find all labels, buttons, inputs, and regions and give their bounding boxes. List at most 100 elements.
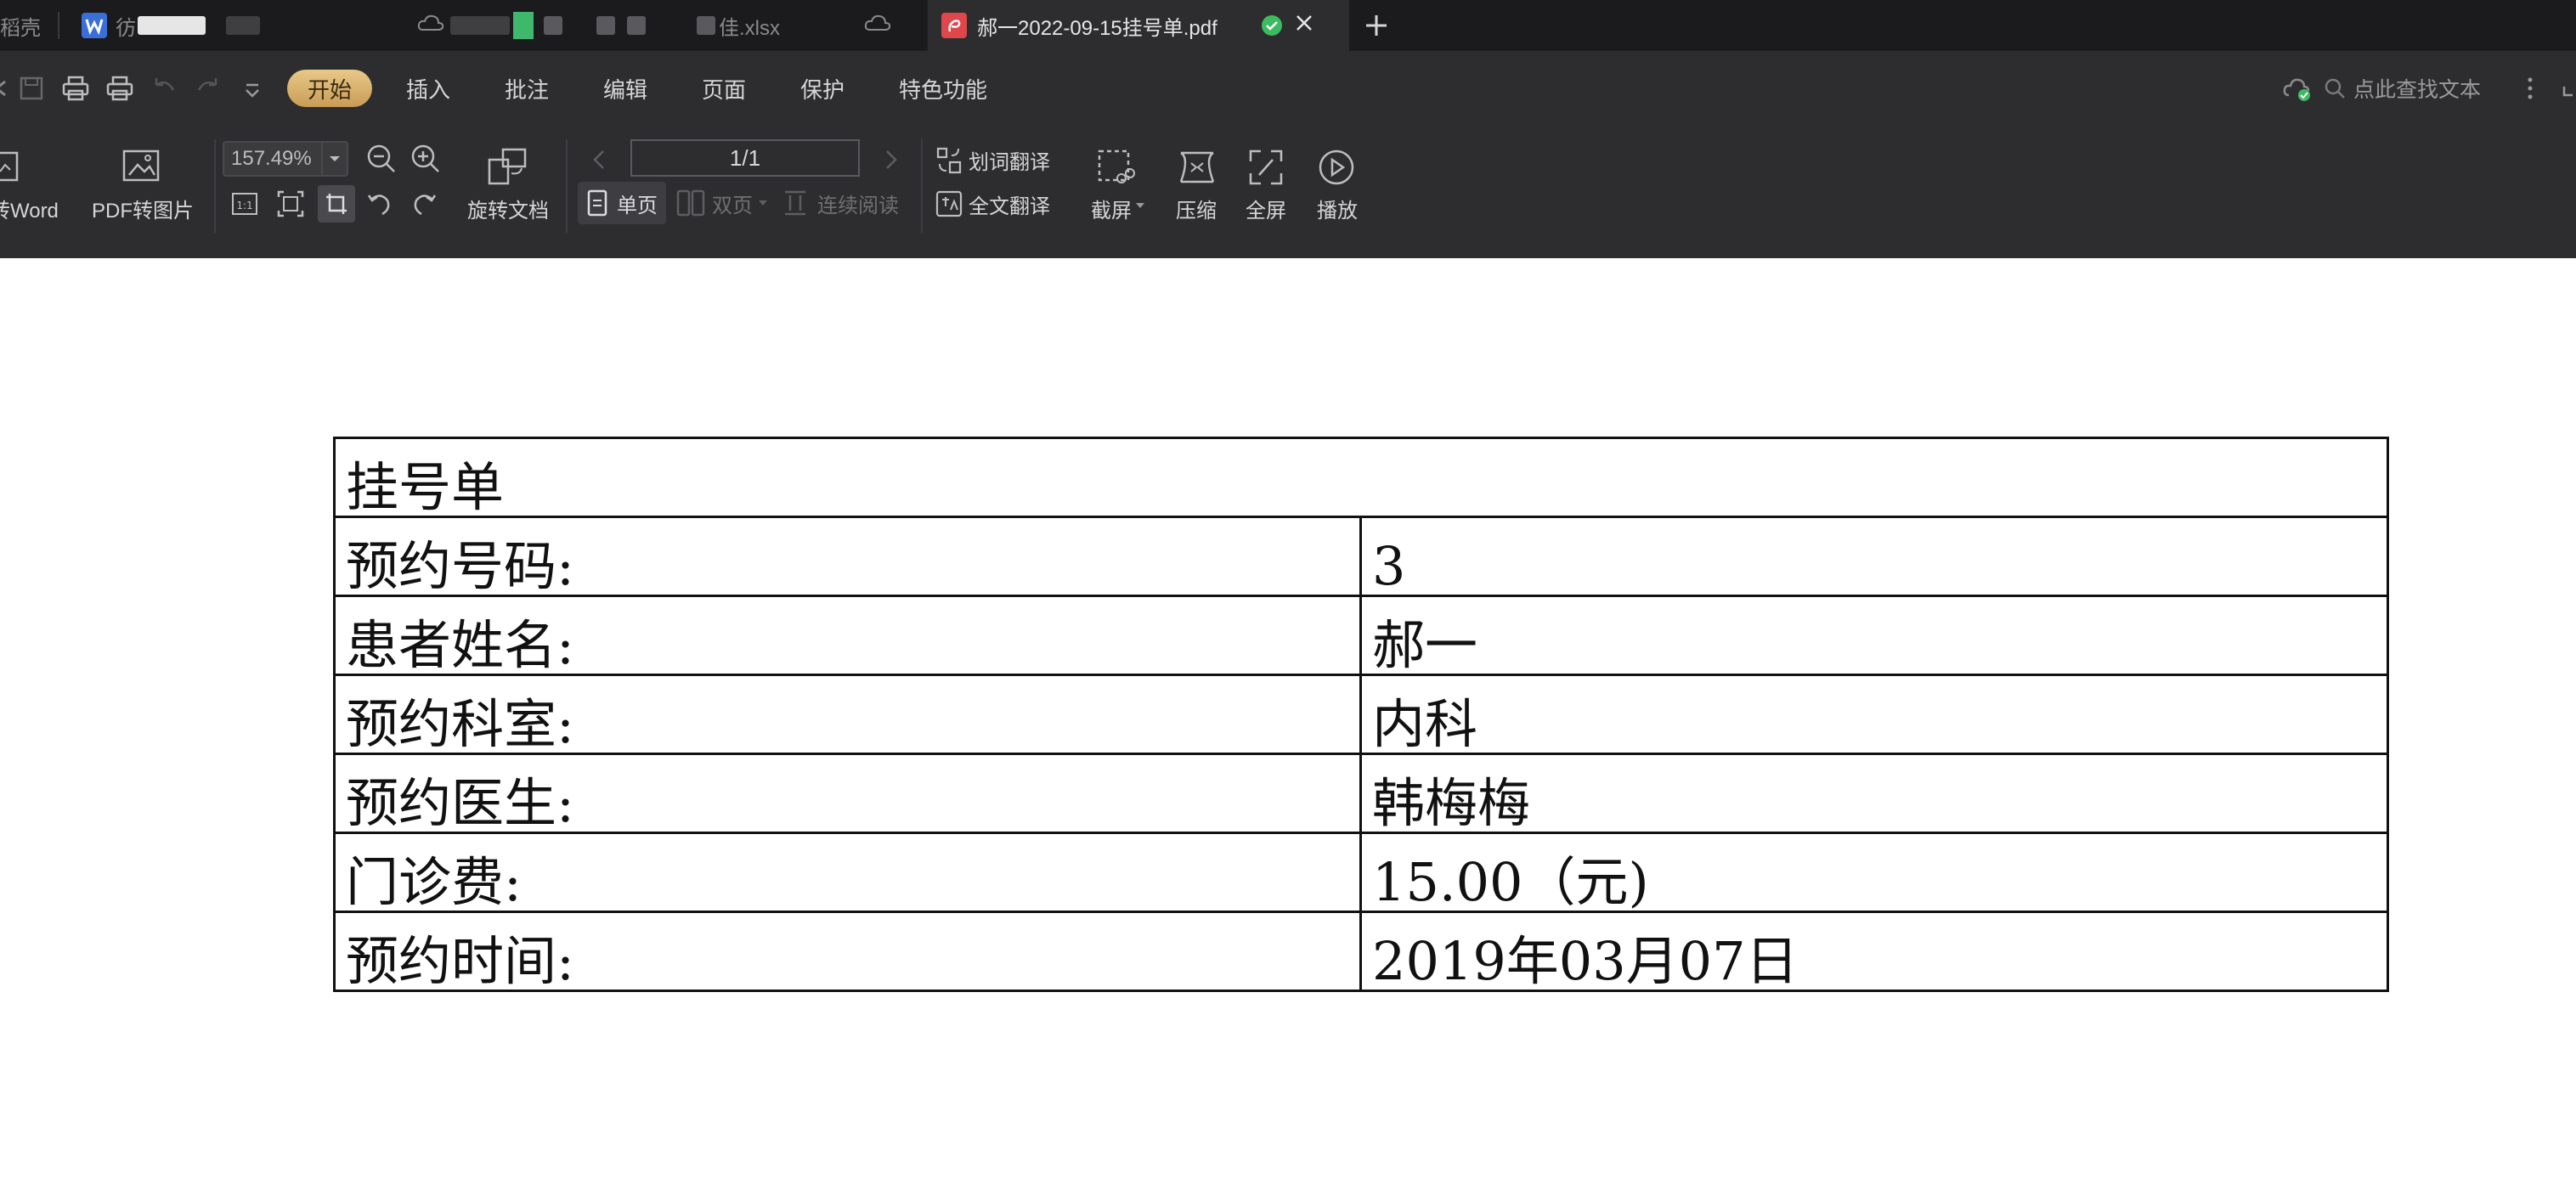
customize-dropdown-icon[interactable]: [238, 75, 267, 102]
actual-size-icon[interactable]: 1:1: [229, 189, 260, 219]
close-tab-icon[interactable]: [1294, 13, 1314, 39]
pdf-to-image-label: PDF转图片: [92, 200, 194, 223]
print-preview-icon[interactable]: [105, 75, 134, 102]
zoom-out-icon[interactable]: [365, 143, 398, 175]
menu-edit[interactable]: 编辑: [603, 70, 647, 107]
row-value: 15.00（元): [1359, 832, 2389, 913]
menu-protect-label: 保护: [800, 76, 845, 103]
fullscreen-label: 全屏: [1246, 200, 1286, 223]
full-translate-button[interactable]: 全文翻译: [935, 185, 1062, 223]
tab-label: 彷: [116, 16, 136, 40]
continuous-reading-button[interactable]: 连续阅读: [782, 182, 909, 224]
next-page-icon[interactable]: [878, 146, 902, 173]
rotate-left-icon[interactable]: [365, 190, 394, 219]
tab-pdf-active[interactable]: 郝一2022-09-15挂号单.pdf: [928, 0, 1349, 51]
document-title: 挂号单: [333, 437, 2389, 518]
tab-daoke[interactable]: 稻壳: [0, 0, 51, 51]
rotate-doc-icon: [488, 148, 527, 185]
fit-width-icon: [326, 194, 347, 214]
print-icon[interactable]: [61, 75, 90, 102]
save-icon[interactable]: [17, 75, 46, 102]
find-text-label: 点此查找文本: [2353, 78, 2482, 102]
double-page-dropdown-icon: [759, 200, 767, 206]
table-title-row: 挂号单: [333, 437, 2389, 518]
play-button[interactable]: 播放: [1312, 141, 1363, 234]
screenshot-label: 截屏: [1091, 200, 1132, 223]
cloud-sync-icon[interactable]: [2282, 75, 2313, 102]
pdf-to-image-button[interactable]: PDF转图片: [88, 141, 199, 234]
pdf-icon: [941, 13, 967, 38]
double-page-button[interactable]: 双页: [673, 182, 775, 224]
redacted-text: [138, 16, 206, 35]
row-value: 郝一: [1359, 595, 2389, 676]
redacted-text: [450, 16, 510, 35]
zoom-in-icon[interactable]: [410, 143, 442, 175]
fit-width-button[interactable]: [318, 185, 355, 223]
zoom-select[interactable]: 157.49%: [223, 141, 348, 177]
word-translate-button[interactable]: 划词翻译: [935, 141, 1062, 178]
play-icon: [1319, 149, 1354, 185]
menu-page[interactable]: 页面: [702, 70, 746, 107]
menu-bar: 开始 插入 批注 编辑 页面 保护 特色功能 点此查找文本: [0, 51, 2576, 126]
word-convert-icon: [0, 151, 19, 182]
redacted-text: [596, 16, 615, 35]
menu-start[interactable]: 开始: [287, 70, 373, 107]
table-row: 预约时间: 2019年03月07日: [333, 911, 2389, 992]
full-translate-label: 全文翻译: [969, 195, 1050, 218]
zoom-dropdown-icon: [321, 143, 347, 175]
collapse-ribbon-icon[interactable]: [2561, 80, 2576, 100]
screenshot-icon: [1098, 149, 1135, 183]
single-page-label: 单页: [617, 194, 658, 217]
registration-table: 挂号单 预约号码: 3 患者姓名: 郝一 预约科室: 内科 预约医生: 韩梅梅 …: [333, 437, 2389, 992]
to-word-label: 转Word: [0, 200, 59, 223]
new-tab-button[interactable]: [1364, 0, 1398, 51]
back-arrow-icon[interactable]: [0, 75, 17, 102]
redacted-text: [627, 16, 646, 35]
undo-icon[interactable]: [150, 75, 178, 102]
row-value: 韩梅梅: [1359, 753, 2389, 834]
screenshot-button[interactable]: 截屏: [1087, 141, 1147, 234]
full-translate-icon: [935, 190, 963, 217]
tab-word-doc[interactable]: 彷: [70, 0, 282, 51]
menu-features[interactable]: 特色功能: [899, 70, 987, 107]
to-word-button[interactable]: 转Word: [0, 141, 63, 234]
row-label: 预约医生:: [333, 753, 1362, 834]
menu-insert[interactable]: 插入: [406, 70, 450, 107]
find-text-box[interactable]: 点此查找文本: [2323, 71, 2481, 105]
redacted-text: [226, 16, 260, 35]
page-number-input[interactable]: 1/1: [630, 139, 860, 177]
tab-label: 佳.xlsx: [719, 16, 780, 40]
single-page-button[interactable]: 单页: [578, 182, 666, 224]
row-value: 2019年03月07日: [1359, 911, 2389, 992]
more-options-icon[interactable]: [2520, 73, 2540, 104]
menu-features-label: 特色功能: [899, 76, 988, 103]
rotate-right-icon[interactable]: [410, 190, 438, 219]
redo-icon[interactable]: [194, 75, 223, 102]
cloud-icon: [863, 13, 892, 39]
compress-button[interactable]: 压缩: [1172, 141, 1223, 234]
image-convert-icon: [122, 149, 160, 182]
tab-label: 稻壳: [0, 16, 41, 40]
table-row: 患者姓名: 郝一: [333, 595, 2389, 676]
fit-page-icon[interactable]: [275, 189, 306, 219]
page-number-value: 1/1: [729, 144, 761, 171]
row-label: 患者姓名:: [333, 595, 1362, 676]
svg-text:1:1: 1:1: [236, 200, 252, 211]
saved-check-icon: [1261, 15, 1282, 36]
fullscreen-icon: [1249, 149, 1283, 185]
tab-blurred[interactable]: [408, 0, 680, 51]
prev-page-icon[interactable]: [588, 146, 612, 173]
menu-protect[interactable]: 保护: [800, 70, 845, 107]
rotate-doc-button[interactable]: 旋转文档: [464, 141, 552, 234]
redacted-text: [697, 16, 715, 35]
tab-strip: 稻壳 彷 佳.xlsx 郝一2022-09-15挂号单.pdf: [0, 0, 2576, 51]
menu-annotate[interactable]: 批注: [505, 70, 549, 107]
menu-page-label: 页面: [702, 76, 747, 103]
compress-icon: [1179, 151, 1215, 183]
fullscreen-button[interactable]: 全屏: [1242, 141, 1293, 234]
zoom-value: 157.49%: [231, 147, 312, 170]
table-row: 预约号码: 3: [333, 516, 2389, 597]
tab-label: 郝一2022-09-15挂号单.pdf: [977, 16, 1217, 40]
tab-xlsx[interactable]: 佳.xlsx: [680, 0, 926, 51]
sheet-icon: [513, 12, 534, 39]
